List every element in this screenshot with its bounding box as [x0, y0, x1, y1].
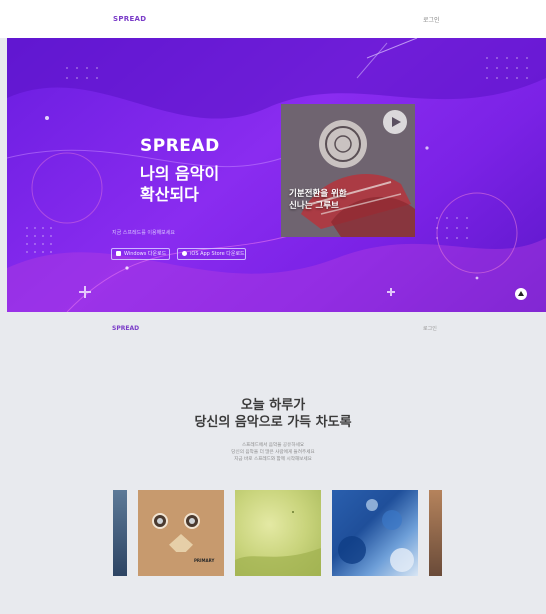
section-heading: 오늘 하루가 당신의 음악으로 가득 차도록	[0, 397, 546, 431]
nose-art	[169, 534, 193, 552]
play-icon[interactable]	[383, 110, 407, 134]
top-nav-bar: SPREAD 로그인	[0, 0, 546, 38]
hero-brand-title: SPREAD	[140, 136, 220, 156]
section-description: 스프레드에서 음악을 공유하세요 당신의 음악을 더 많은 사람에게 들려주세요…	[0, 442, 546, 463]
section-description-line: 스프레드에서 음악을 공유하세요	[241, 443, 305, 448]
hero-banner: SPREAD 나의 음악이 확산되다 지금 스프레드를 이용해보세요 Windo…	[7, 38, 546, 312]
store-button-label: iOS App Store 다운로드	[190, 251, 245, 257]
playlist-caption-line: 기분전환을 위한	[289, 189, 347, 199]
hero-subtitle: 지금 스프레드를 이용해보세요	[112, 230, 175, 236]
hero-headline-line: 나의 음악이	[140, 164, 220, 183]
featured-playlist-card[interactable]: 기분전환을 위한 신나는 그루브	[281, 104, 415, 237]
secondary-brand-logo[interactable]: SPREAD	[112, 325, 139, 332]
windows-download-button[interactable]: Windows 다운로드	[111, 248, 170, 260]
playlist-caption: 기분전환을 위한 신나는 그루브	[289, 188, 347, 212]
section-heading-line: 당신의 음악으로 가득 차도록	[194, 415, 352, 430]
abstract-blue-artwork	[338, 499, 414, 572]
section-description-line: 지금 바로 스프레드와 함께 시작해보세요	[234, 457, 312, 462]
meadow-artwork	[235, 511, 321, 576]
apple-icon	[182, 251, 187, 256]
eye-art	[184, 513, 200, 529]
scroll-up-icon[interactable]	[515, 288, 527, 300]
brand-logo[interactable]: SPREAD	[113, 15, 146, 23]
hero-headline: 나의 음악이 확산되다	[140, 163, 219, 205]
hero-headline-line: 확산되다	[140, 185, 199, 204]
secondary-login-link[interactable]: 로그인	[423, 325, 437, 332]
eye-art	[152, 513, 168, 529]
windows-icon	[116, 251, 121, 256]
album-cover[interactable]	[235, 490, 321, 576]
album-cover[interactable]: PRIMARY	[138, 490, 224, 576]
section-heading-line: 오늘 하루가	[240, 398, 306, 413]
login-link[interactable]: 로그인	[423, 15, 440, 24]
playlist-caption-line: 신나는 그루브	[289, 201, 339, 211]
hero-background-art	[7, 38, 546, 312]
store-button-label: Windows 다운로드	[124, 251, 167, 257]
album-cover[interactable]	[429, 490, 442, 576]
album-cover[interactable]	[332, 490, 418, 576]
section-description-line: 당신의 음악을 더 많은 사람에게 들려주세요	[231, 450, 315, 455]
ios-download-button[interactable]: iOS App Store 다운로드	[177, 248, 246, 260]
album-cover-label: PRIMARY	[194, 558, 215, 563]
album-cover[interactable]	[113, 490, 127, 576]
